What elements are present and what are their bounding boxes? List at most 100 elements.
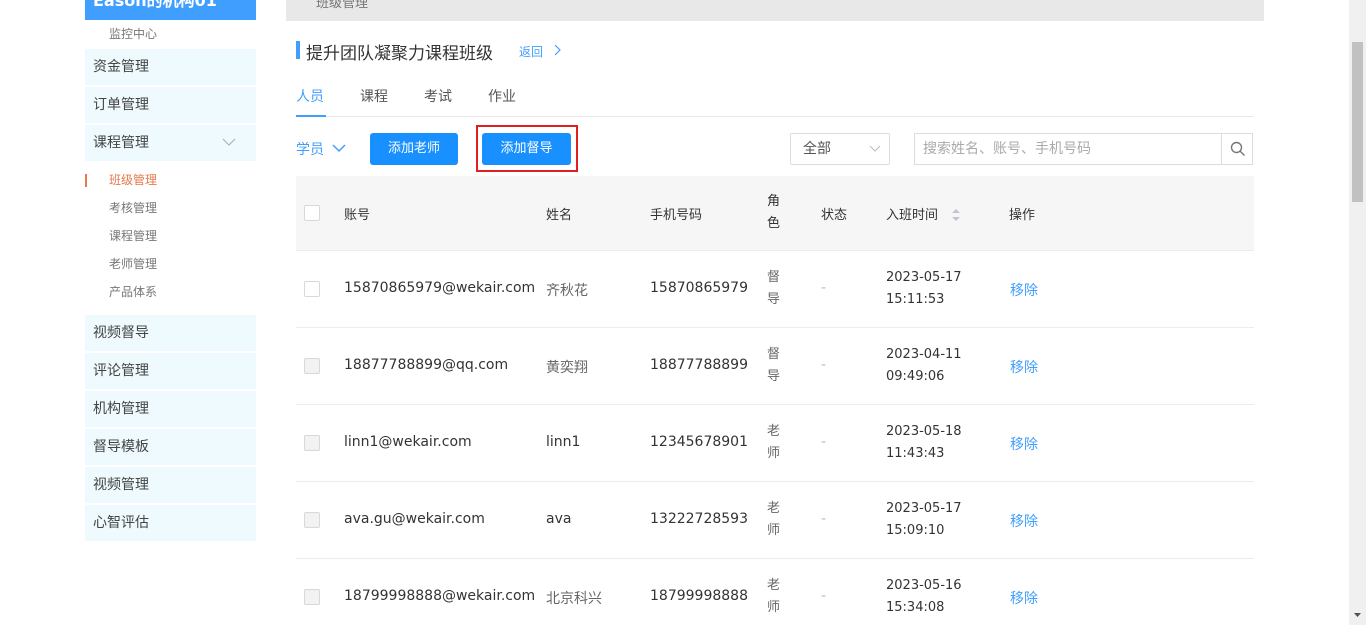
row-checkbox[interactable] [304,281,320,297]
table-row: 15870865979@wekair.com 齐秋花 15870865979 督… [296,251,1254,328]
tab-courses[interactable]: 课程 [360,86,388,106]
cell-name: linn1 [546,434,581,450]
table-row: 18877788899@qq.com 黄奕翔 18877788899 督 导 -… [296,328,1254,405]
cell-join-clock: 15:34:08 [886,600,945,615]
cell-join-time: 2023-04-11 09:49:06 [886,344,962,388]
status-filter-select[interactable]: 全部 [790,133,890,165]
cell-phone: 18877788899 [650,357,748,373]
cell-role-line1: 老 [767,424,781,439]
cell-join-time: 2023-05-18 11:43:43 [886,421,962,465]
breadcrumb: 班级管理 [286,0,1264,21]
cell-account: 18877788899@qq.com [344,357,509,373]
cell-join-date: 2023-05-17 [886,270,962,285]
add-teacher-button[interactable]: 添加老师 [370,133,458,165]
cell-phone: 12345678901 [650,434,748,450]
scroll-down-arrow-icon[interactable] [1352,610,1363,620]
sort-icon[interactable] [951,208,961,222]
search-icon [1230,141,1245,156]
sidebar-item-assessment[interactable]: 考核管理 [109,198,157,218]
cell-account: linn1@wekair.com [344,434,472,450]
cell-join-clock: 09:49:06 [886,369,945,384]
remove-link[interactable]: 移除 [1010,588,1038,608]
title-accent [296,41,300,59]
cell-join-date: 2023-05-18 [886,424,962,439]
org-title: Eason的机构01 [85,0,256,20]
select-all-checkbox[interactable] [304,205,320,221]
active-indicator [85,174,87,187]
tab-bar: 人员 课程 考试 作业 [296,84,1254,117]
cell-role-line2: 师 [767,523,781,538]
header-join-time[interactable]: 入班时间 [886,204,938,223]
sidebar-item-supervision-template[interactable]: 督导模板 [85,429,256,465]
sidebar-item-courses[interactable]: 课程管理 [85,125,256,161]
row-checkbox[interactable] [304,358,320,374]
sidebar-item-course-management[interactable]: 课程管理 [109,226,157,246]
cell-name: 北京科兴 [546,591,602,607]
cell-role: 老 师 [767,498,783,542]
cell-role-line1: 督 [767,270,781,285]
sidebar: Eason的机构01 监控中心 资金管理 订单管理 课程管理 班级管理 考核管理… [85,0,256,625]
header-role-line2: 色 [767,216,781,231]
sidebar-item-comments[interactable]: 评论管理 [85,353,256,389]
tab-exams[interactable]: 考试 [424,86,452,106]
chevron-right-icon[interactable] [552,43,564,57]
chevron-down-icon [222,138,236,146]
sidebar-item-teacher-management[interactable]: 老师管理 [109,254,157,274]
header-action: 操作 [1009,208,1036,223]
table-row: ava.gu@wekair.com ava 13222728593 老 师 - … [296,482,1254,559]
header-role-line1: 角 [767,194,781,209]
cell-join-clock: 15:09:10 [886,523,945,538]
add-supervisor-button[interactable]: 添加督导 [482,133,571,165]
sidebar-item-institution[interactable]: 机构管理 [85,391,256,427]
cell-status: - [821,280,827,296]
cell-phone: 18799998888 [650,588,748,604]
sidebar-item-courses-label: 课程管理 [93,135,149,151]
cell-role-line1: 督 [767,347,781,362]
cell-name: 黄奕翔 [546,360,588,376]
header-name: 姓名 [546,208,573,223]
remove-link[interactable]: 移除 [1010,357,1038,377]
cell-status: - [821,434,827,450]
cell-status: - [821,511,827,527]
members-table: 账号 姓名 手机号码 角 色 状态 入班时间 操作 15870865979@we… [296,176,1254,625]
table-row: 18799998888@wekair.com 北京科兴 18799998888 … [296,559,1254,625]
cell-join-date: 2023-05-16 [886,578,962,593]
tab-members[interactable]: 人员 [296,86,324,106]
cell-role-line1: 老 [767,501,781,516]
cell-status: - [821,357,827,373]
status-filter-value: 全部 [803,141,831,157]
row-checkbox[interactable] [304,589,320,605]
search-button[interactable] [1221,133,1253,165]
cell-join-clock: 11:43:43 [886,446,945,461]
chevron-down-icon[interactable] [332,143,346,153]
sidebar-item-finance[interactable]: 资金管理 [85,49,256,85]
tab-homework[interactable]: 作业 [488,86,516,106]
remove-link[interactable]: 移除 [1010,511,1038,531]
cell-join-date: 2023-04-11 [886,347,962,362]
cell-role: 老 师 [767,421,783,465]
sidebar-item-monitor[interactable]: 监控中心 [109,24,157,44]
sidebar-item-class-management[interactable]: 班级管理 [109,170,157,190]
breadcrumb-label: 班级管理 [316,0,369,11]
remove-link[interactable]: 移除 [1010,434,1038,454]
cell-role: 督 导 [767,267,783,311]
sidebar-item-video-management[interactable]: 视频管理 [85,467,256,503]
cell-account: ava.gu@wekair.com [344,511,485,527]
cell-role: 老 师 [767,575,783,619]
remove-link[interactable]: 移除 [1010,280,1038,300]
header-account: 账号 [344,208,371,223]
sidebar-item-product-system[interactable]: 产品体系 [109,282,157,302]
row-checkbox[interactable] [304,512,320,528]
sidebar-item-mind-assessment[interactable]: 心智评估 [85,505,256,541]
cell-role-line2: 师 [767,446,781,461]
sidebar-item-video-supervision[interactable]: 视频督导 [85,315,256,351]
sidebar-item-orders[interactable]: 订单管理 [85,87,256,123]
row-checkbox[interactable] [304,435,320,451]
tab-active-underline [296,115,326,117]
role-filter-dropdown[interactable]: 学员 [296,139,324,159]
back-link[interactable]: 返回 [519,43,543,60]
cell-role-line2: 师 [767,600,781,615]
search-input[interactable] [914,133,1222,165]
scrollbar-thumb[interactable] [1352,42,1363,202]
header-status: 状态 [821,208,848,223]
